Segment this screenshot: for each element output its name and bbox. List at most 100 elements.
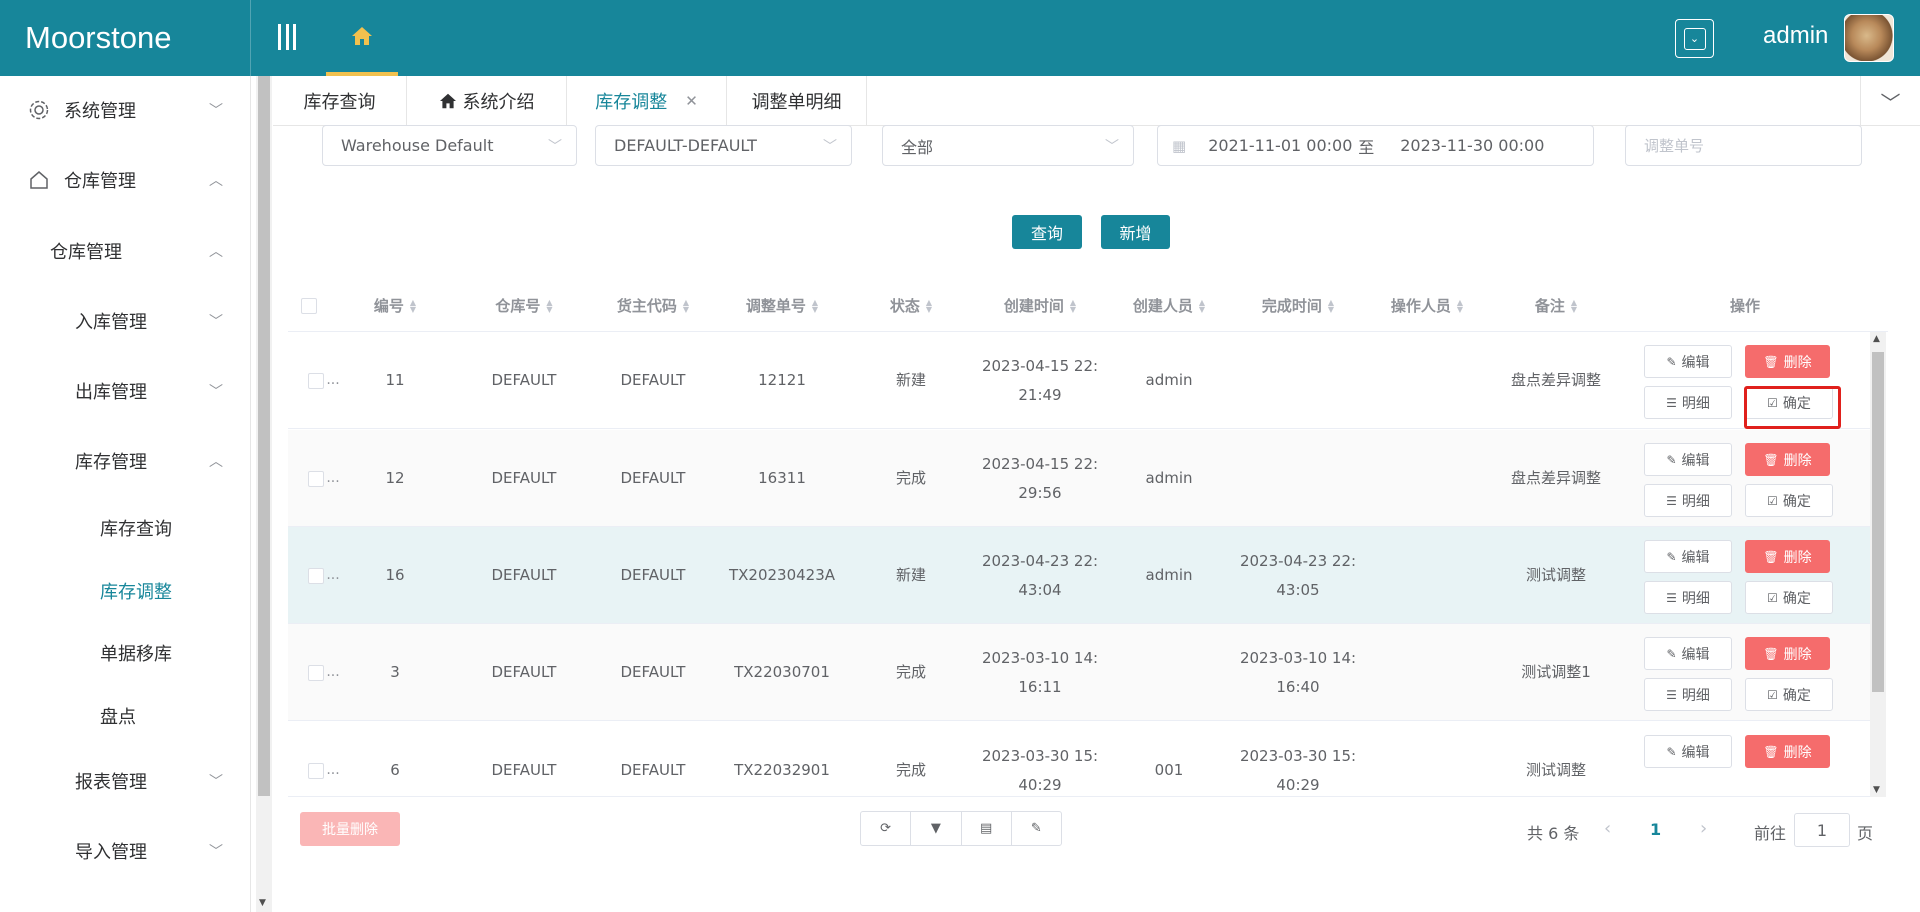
date-end[interactable]: 2023-11-30 00:00	[1400, 136, 1544, 155]
edit-button[interactable]: ✎ 编辑	[1644, 735, 1732, 768]
edit-icon: ✎	[1666, 452, 1677, 467]
adjust-no-input[interactable]: 调整单号	[1625, 125, 1862, 166]
chevron-down-icon: ﹀	[1880, 90, 1901, 115]
sidebar-item-stocktake[interactable]: 盘点	[0, 696, 251, 736]
add-button[interactable]: 新增	[1101, 215, 1170, 249]
table-row[interactable]: ... 11 DEFAULT DEFAULT 12121 新建 2023-04-15 22:…	[288, 332, 1870, 429]
app-logo[interactable]: Moorstone	[0, 0, 251, 76]
tab-inventory-adjust[interactable]: 库存调整 ✕	[567, 76, 727, 126]
confirm-button[interactable]: ☑ 确定	[1745, 484, 1833, 517]
owner-select[interactable]: DEFAULT-DEFAULT ﹀	[595, 125, 852, 166]
pager-page-label: 页	[1857, 824, 1874, 843]
scroll-down-arrow-icon[interactable]: ▼	[259, 898, 266, 908]
detail-button[interactable]: ☰ 明细	[1644, 484, 1732, 517]
scroll-down-arrow-icon[interactable]: ▼	[1873, 785, 1880, 795]
refresh-icon[interactable]: ⟳	[861, 812, 912, 845]
delete-button[interactable]: 🗑 删除	[1745, 443, 1830, 476]
cell-creator: admin	[1145, 469, 1193, 487]
tab-inventory-query[interactable]: 库存查询	[273, 76, 407, 126]
sidebar-item-inventory-adjust[interactable]: 库存调整	[0, 571, 251, 611]
cell-creator: admin	[1145, 371, 1193, 389]
scrollbar-thumb[interactable]	[258, 76, 270, 796]
detail-button[interactable]: ☰ 明细	[1644, 386, 1732, 419]
tab-system-intro[interactable]: 系统介绍	[407, 76, 567, 126]
cell-id: 6	[390, 761, 400, 779]
tab-label: 调整单明细	[751, 92, 842, 113]
select-all-checkbox[interactable]	[288, 279, 330, 332]
excel-export-icon[interactable]: ▤	[962, 812, 1012, 845]
batch-delete-button[interactable]: 批量删除	[300, 812, 400, 846]
col-header-done[interactable]: 完成时间 ▲ ▼	[1234, 279, 1362, 332]
user-name[interactable]: admin	[1763, 22, 1828, 50]
col-header-owner[interactable]: 货主代码 ▲ ▼	[588, 279, 718, 332]
detail-button[interactable]: ☰ 明细	[1644, 581, 1732, 614]
warehouse-select[interactable]: Warehouse Default ﹀	[322, 125, 577, 166]
next-page-icon[interactable]: ›	[1700, 818, 1707, 839]
delete-button[interactable]: 🗑 删除	[1745, 735, 1830, 768]
confirm-button[interactable]: ☑ 确定	[1745, 581, 1833, 614]
delete-button[interactable]: 🗑 删除	[1745, 637, 1830, 670]
chevron-down-icon: ﹀	[209, 314, 223, 330]
edit-button[interactable]: ✎ 编辑	[1644, 540, 1732, 573]
detail-button[interactable]: ☰ 明细	[1644, 678, 1732, 711]
sidebar-item-inbound[interactable]: 入库管理 ﹀	[0, 301, 251, 341]
avatar[interactable]	[1844, 14, 1894, 62]
chevron-down-icon: ⌄	[1683, 27, 1706, 50]
col-header-id[interactable]: 编号 ▲ ▼	[330, 279, 460, 332]
col-header-operator[interactable]: 操作人员 ▲ ▼	[1362, 279, 1492, 332]
col-header-note[interactable]: 备注 ▲ ▼	[1492, 279, 1620, 332]
sidebar-item-reports[interactable]: 报表管理 ﹀	[0, 761, 251, 801]
col-header-creator[interactable]: 创建人员 ▲ ▼	[1104, 279, 1234, 332]
col-header-adjust-no[interactable]: 调整单号 ▲ ▼	[718, 279, 846, 332]
col-header-status[interactable]: 状态 ▲ ▼	[846, 279, 976, 332]
tab-label: 库存调整	[595, 92, 668, 113]
tabs-dropdown-button[interactable]: ﹀	[1860, 76, 1920, 126]
cell-operator	[1362, 624, 1492, 721]
date-range-picker[interactable]: ▦ 2021-11-01 00:00 至 2023-11-30 00:00	[1157, 125, 1594, 166]
table-scrollbar[interactable]: ▲ ▼	[1870, 332, 1886, 797]
sidebar-item-system[interactable]: 系统管理 ﹀	[0, 90, 251, 130]
prev-page-icon[interactable]: ‹	[1604, 818, 1611, 839]
sidebar-item-label: 仓库管理	[50, 242, 122, 263]
page-number[interactable]: 1	[1650, 820, 1661, 839]
delete-button[interactable]: 🗑 删除	[1745, 540, 1830, 573]
filter-icon[interactable]: ▼	[911, 812, 962, 845]
edit-button[interactable]: ✎ 编辑	[1644, 345, 1732, 378]
sidebar-item-transfer[interactable]: 单据移库	[0, 633, 251, 673]
sidebar-item-import[interactable]: 导入管理 ﹀	[0, 831, 251, 871]
cell-adjust_no: 12121	[758, 371, 806, 389]
close-icon[interactable]: ✕	[685, 92, 698, 110]
home-icon[interactable]	[326, 0, 398, 76]
confirm-button[interactable]: ☑ 确定	[1745, 678, 1833, 711]
highlight-box	[1744, 386, 1841, 429]
edit-pen-icon[interactable]: ✎	[1012, 812, 1061, 845]
sidebar-item-inventory[interactable]: 库存管理 ︿	[0, 441, 251, 481]
edit-button[interactable]: ✎ 编辑	[1644, 637, 1732, 670]
tab-adjust-detail[interactable]: 调整单明细	[727, 76, 867, 126]
table-row[interactable]: ... 3 DEFAULT DEFAULT TX22030701 完成 2023-03-10…	[288, 624, 1870, 721]
header-dropdown-button[interactable]: ⌄	[1675, 19, 1714, 58]
scroll-up-arrow-icon[interactable]: ▲	[1873, 334, 1880, 344]
cell-warehouse: DEFAULT	[491, 371, 557, 389]
table-row[interactable]: ... 12 DEFAULT DEFAULT 16311 完成 2023-04-15 22:…	[288, 430, 1870, 527]
sidebar-item-outbound[interactable]: 出库管理 ﹀	[0, 371, 251, 411]
chevron-up-icon: ︿	[209, 173, 223, 189]
table-row[interactable]: ... 16 DEFAULT DEFAULT TX20230423A 新建 2023-04-…	[288, 527, 1870, 624]
col-header-warehouse[interactable]: 仓库号 ▲ ▼	[460, 279, 588, 332]
sidebar-item-warehouse-sub[interactable]: 仓库管理 ︿	[0, 231, 251, 271]
edit-button[interactable]: ✎ 编辑	[1644, 443, 1732, 476]
sidebar-scrollbar[interactable]: ▼	[256, 76, 272, 912]
sidebar-item-warehouse[interactable]: 仓库管理 ︿	[0, 160, 251, 200]
chevron-down-icon: ﹀	[1105, 139, 1119, 155]
table-row[interactable]: ... 6 DEFAULT DEFAULT TX22032901 完成 2023-03-30…	[288, 722, 1870, 797]
scrollbar-thumb[interactable]	[1872, 352, 1884, 692]
delete-button[interactable]: 🗑 删除	[1745, 345, 1830, 378]
date-start[interactable]: 2021-11-01 00:00	[1208, 136, 1358, 155]
col-header-created[interactable]: 创建时间 ▲ ▼	[976, 279, 1104, 332]
query-button[interactable]: 查询	[1012, 215, 1082, 249]
sidebar-item-label: 单据移库	[100, 644, 172, 665]
menu-toggle-button[interactable]	[272, 22, 302, 52]
page-jump-input[interactable]	[1794, 813, 1850, 847]
sidebar-item-inventory-query[interactable]: 库存查询	[0, 508, 251, 548]
status-select[interactable]: 全部 ﹀	[882, 125, 1134, 166]
